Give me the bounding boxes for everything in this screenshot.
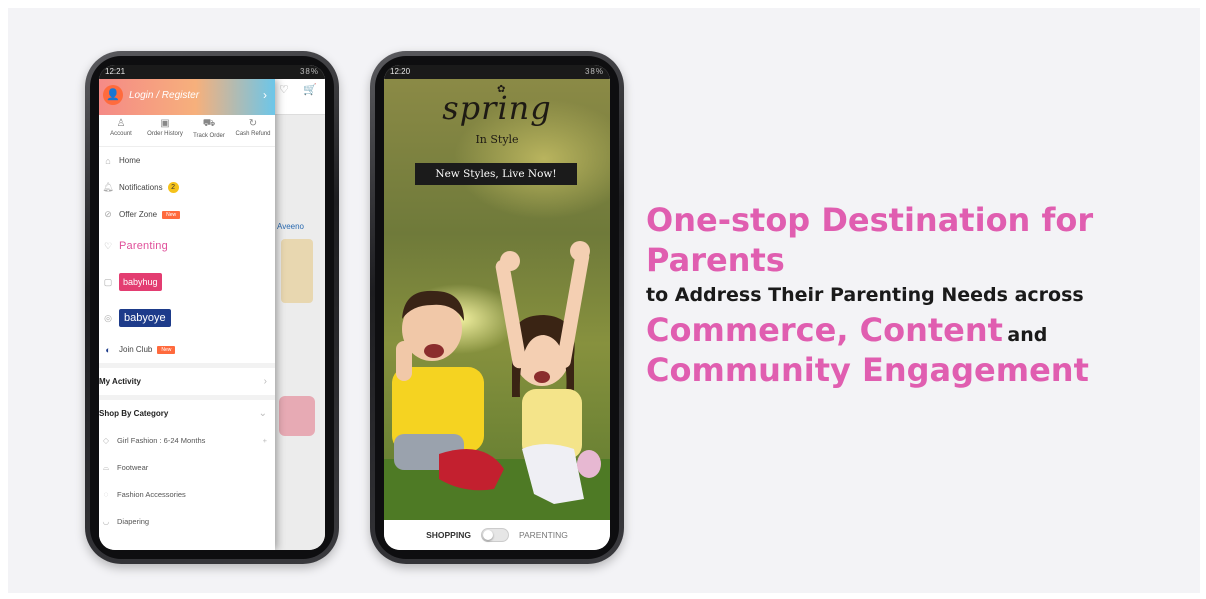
heart-icon: ♡ xyxy=(279,84,289,96)
lotion-bottle xyxy=(281,239,313,303)
menu-item-join-club[interactable]: ◐ Join Club New xyxy=(101,336,275,363)
menu-item-label: Offer Zone xyxy=(119,210,158,219)
heart-outline-icon: ♡ xyxy=(103,240,113,251)
banner-title: spring xyxy=(442,89,552,127)
category-label: Fashion Accessories xyxy=(117,490,186,499)
babyhug-logo: babyhug xyxy=(119,273,162,291)
bell-icon: 🔔︎ xyxy=(102,182,114,192)
toggle-label-parenting[interactable]: PARENTING xyxy=(519,530,568,540)
phone-frame-left: 12:21 38% ♡ 🛒 Aveeno 👤 Login / Register … xyxy=(85,51,339,564)
banner-subtitle: In Style xyxy=(475,133,519,146)
section-label: My Activity xyxy=(99,377,141,386)
section-label: Shop By Category xyxy=(99,409,169,418)
toggle-label-shopping[interactable]: SHOPPING xyxy=(426,530,471,540)
user-avatar-icon: 👤 xyxy=(103,85,123,105)
shoe-icon: ⌓ xyxy=(102,462,110,472)
parenting-logo: Parenting xyxy=(119,240,168,252)
quick-action-account[interactable]: ♙ Account xyxy=(99,115,143,146)
headline-line4-pink: Commerce, Content xyxy=(646,311,1003,349)
bag-image xyxy=(279,396,315,436)
headline-line3: to Address Their Parenting Needs across xyxy=(646,284,1084,306)
store-icon: ▢ xyxy=(103,276,113,287)
menu-item-babyhug[interactable]: ▢ babyhug xyxy=(101,264,275,300)
phone-screen-right: 12:20 38% ✿ spring In Style New Styles, … xyxy=(384,65,610,550)
headline-line1: One-stop Destination for xyxy=(646,201,1094,239)
menu-item-babyoye[interactable]: ◎ babyoye xyxy=(101,300,275,336)
menu-item-label: Notifications xyxy=(119,183,163,192)
status-time: 12:21 xyxy=(105,67,126,76)
spring-banner[interactable]: ✿ spring In Style New Styles, Live Now! xyxy=(384,79,610,520)
drawer-header[interactable]: 👤 Login / Register › xyxy=(99,79,275,115)
truck-icon: ⛟ xyxy=(202,118,216,129)
home-icon: ⌂ xyxy=(105,155,111,166)
box-icon: ▣ xyxy=(160,118,170,129)
headline-line2: Parents xyxy=(646,241,785,279)
quick-actions: ♙ Account ▣ Order History ⛟ Track Order ↻ Ca… xyxy=(99,115,275,147)
club-icon: ◐ xyxy=(105,344,111,355)
diaper-icon: ◡ xyxy=(102,517,110,526)
login-register-link[interactable]: Login / Register xyxy=(129,90,199,101)
accessory-icon: ◌ xyxy=(103,490,109,499)
my-activity-section[interactable]: My Activity › xyxy=(99,363,275,395)
phone-screen-left: 12:21 38% ♡ 🛒 Aveeno 👤 Login / Register … xyxy=(99,65,325,550)
drawer-menu: ⌂ Home 🔔︎ Notifications 2 ⊘ Offer Zone New ♡ P… xyxy=(99,147,275,363)
background-product-label: Aveeno xyxy=(277,222,304,231)
status-battery: 38% xyxy=(584,67,604,76)
status-battery: 38% xyxy=(299,67,319,76)
category-fashion-accessories[interactable]: ◌ Fashion Accessories xyxy=(99,481,275,508)
menu-item-parenting[interactable]: ♡ Parenting xyxy=(101,228,275,264)
quick-action-order-history[interactable]: ▣ Order History xyxy=(143,115,187,146)
babyoye-logo: babyoye xyxy=(119,309,171,327)
shop-by-category-section[interactable]: Shop By Category ⌄ xyxy=(99,395,275,427)
category-girl-fashion[interactable]: ◇ Girl Fashion : 6-24 Months + xyxy=(99,427,275,454)
category-diapering[interactable]: ◡ Diapering xyxy=(99,508,275,535)
chevron-right-icon: › xyxy=(263,88,267,102)
headline-line4: Commerce, Content and xyxy=(646,310,1166,350)
menu-item-home[interactable]: ⌂ Home xyxy=(101,147,275,174)
refund-icon: ↻ xyxy=(248,118,258,129)
cart-icon: 🛒 xyxy=(303,84,317,96)
headline-line4-black: and xyxy=(1007,324,1048,346)
menu-item-notifications[interactable]: 🔔︎ Notifications 2 xyxy=(101,174,275,201)
notification-badge: 2 xyxy=(167,182,179,193)
chevron-down-icon: ⌄ xyxy=(258,408,267,419)
user-icon: ♙ xyxy=(116,118,126,129)
store-icon: ◎ xyxy=(104,312,112,323)
category-label: Footwear xyxy=(117,463,149,472)
navigation-drawer: 👤 Login / Register › ♙ Account ▣ Order His… xyxy=(99,79,275,550)
chevron-right-icon: › xyxy=(263,376,267,387)
quick-action-label: Cash Refund xyxy=(235,131,271,137)
dress-icon: ◇ xyxy=(102,436,110,445)
category-label: Girl Fashion : 6-24 Months xyxy=(117,436,206,445)
category-footwear[interactable]: ⌓ Footwear xyxy=(99,454,275,481)
quick-action-cash-refund[interactable]: ↻ Cash Refund xyxy=(231,115,275,146)
quick-action-label: Order History xyxy=(147,131,183,137)
menu-item-label: Home xyxy=(119,156,141,165)
new-tag: New xyxy=(157,345,176,354)
kids-photo xyxy=(384,241,610,520)
shopping-parenting-toggle: SHOPPING PARENTING xyxy=(384,520,610,550)
banner-cta[interactable]: New Styles, Live Now! xyxy=(415,163,577,185)
new-tag: New xyxy=(162,210,181,219)
quick-action-label: Track Order xyxy=(193,133,225,139)
phone-frame-right: 12:20 38% ✿ spring In Style New Styles, … xyxy=(370,51,624,564)
status-bar: 12:21 38% xyxy=(99,65,325,79)
tag-icon: ⊘ xyxy=(104,209,112,219)
headline-line5: Community Engagement xyxy=(646,351,1089,389)
mode-switch[interactable] xyxy=(480,528,509,542)
menu-item-label: Join Club xyxy=(119,345,153,354)
category-label: Diapering xyxy=(117,517,150,526)
quick-action-label: Account xyxy=(110,131,132,137)
status-bar: 12:20 38% xyxy=(384,65,610,79)
status-time: 12:20 xyxy=(390,67,411,76)
expand-plus-icon: + xyxy=(262,436,267,445)
headline-block: One-stop Destination for Parents to Addr… xyxy=(646,200,1166,390)
quick-action-track-order[interactable]: ⛟ Track Order xyxy=(187,115,231,146)
menu-item-offer-zone[interactable]: ⊘ Offer Zone New xyxy=(101,201,275,228)
